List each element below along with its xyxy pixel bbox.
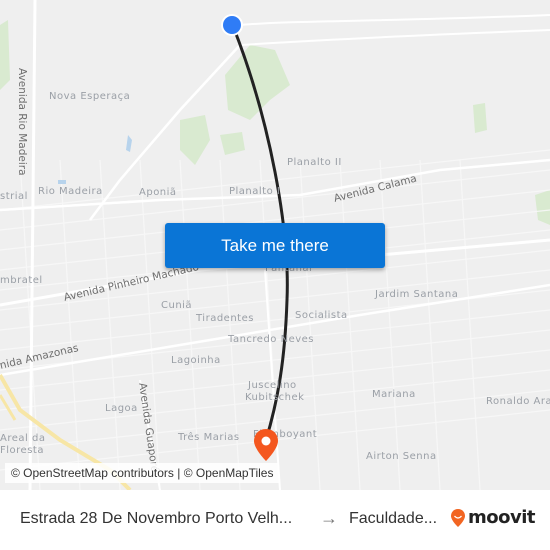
neighborhood-label: Airton Senna xyxy=(366,451,437,462)
park-area xyxy=(535,190,550,225)
neighborhood-label: Cuniã xyxy=(161,300,193,311)
neighborhood-label: Lagoa xyxy=(105,403,138,414)
neighborhood-label: Areal da xyxy=(0,433,46,444)
neighborhood-label: Floresta xyxy=(0,445,44,456)
origin-name: Estrada 28 De Novembro Porto Velh... xyxy=(20,510,293,527)
arrow-right-icon: → xyxy=(320,508,338,528)
park-area xyxy=(0,20,10,90)
take-me-there-button[interactable]: Take me there xyxy=(165,223,385,268)
park-area xyxy=(473,103,487,133)
destination-pin-icon[interactable] xyxy=(252,427,280,465)
neighborhood-label: Socialista xyxy=(295,310,348,321)
moovit-logo: moovit xyxy=(450,507,536,528)
map[interactable]: Nova Esperaça Planalto II Planalto I Rio… xyxy=(0,0,550,490)
map-attribution: © OpenStreetMap contributors | © OpenMap… xyxy=(5,463,280,483)
neighborhood-label: Ronaldo Ara xyxy=(486,396,550,407)
neighborhood-label: Kubitschek xyxy=(245,392,305,403)
neighborhood-label: Planalto II xyxy=(287,157,342,168)
neighborhood-label: Três Marias xyxy=(178,432,240,443)
moovit-pin-icon xyxy=(451,508,465,527)
neighborhood-label: Nova Esperaça xyxy=(49,91,131,102)
park-area xyxy=(225,45,290,120)
park-area xyxy=(180,115,210,165)
neighborhood-label: Lagoinha xyxy=(171,355,221,366)
destination-name: Faculdade... xyxy=(349,510,438,527)
footer: Estrada 28 De Novembro Porto Velh... → F… xyxy=(0,490,550,550)
origin-marker-icon[interactable] xyxy=(219,12,245,38)
road-label: Avenida Rio Madeira xyxy=(16,68,28,176)
neighborhood-label: Planalto I xyxy=(229,186,281,197)
park-area xyxy=(220,132,245,155)
neighborhood-label: Aponiã xyxy=(139,187,177,198)
neighborhood-label: Juscelino xyxy=(248,380,297,391)
neighborhood-label: Jardim Santana xyxy=(375,289,459,300)
neighborhood-label: Tiradentes xyxy=(196,313,254,324)
neighborhood-label: Rio Madeira xyxy=(38,186,103,197)
neighborhood-label: strial xyxy=(0,191,28,202)
neighborhood-label: mbratel xyxy=(0,275,43,286)
moovit-wordmark: moovit xyxy=(468,507,536,528)
neighborhood-label: Tancredo Neves xyxy=(228,334,315,345)
neighborhood-label: Mariana xyxy=(372,389,416,400)
